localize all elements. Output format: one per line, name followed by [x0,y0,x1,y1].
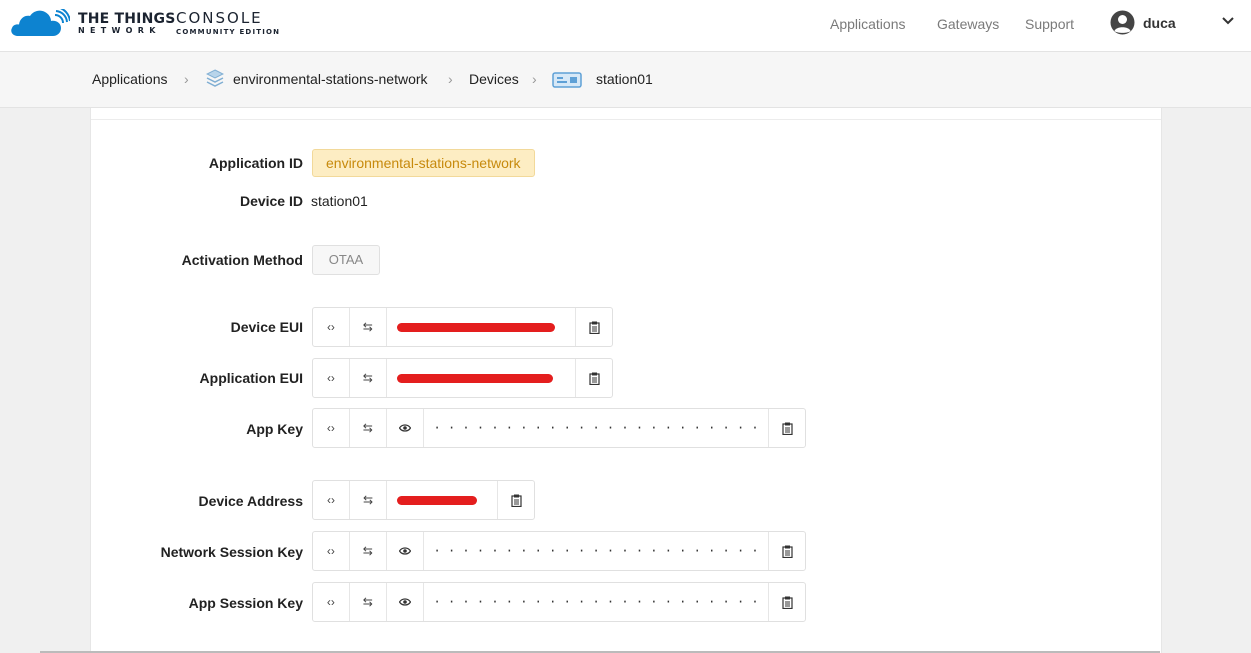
breadcrumb-separator: › [184,71,189,87]
device-eui-value[interactable] [387,308,577,346]
swap-icon: ⇆ [362,493,374,507]
user-name: duca [1143,14,1176,31]
copy-button[interactable] [576,308,612,346]
device-address-value[interactable] [387,481,498,519]
breadcrumb-separator: › [532,71,537,87]
app-key-field: ‹› ⇆ · · · · · · · · · · · · · · · · · ·… [312,408,806,448]
eye-icon [398,598,411,606]
swap-icon: ⇆ [362,371,373,385]
show-value-button[interactable] [387,583,424,621]
breadcrumb-separator: › [448,71,453,87]
byte-order-button[interactable]: ⇆ [350,308,387,346]
breadcrumb-applications[interactable]: Applications [92,71,168,87]
byte-order-button[interactable]: ⇆ [350,532,387,570]
layers-icon [206,69,224,87]
code-icon: ‹› [327,493,335,507]
app-key-value[interactable]: · · · · · · · · · · · · · · · · · · · · … [424,409,770,447]
nav-support[interactable]: Support [1025,16,1074,32]
device-id-value: station01 [311,193,368,209]
code-toggle-button[interactable]: ‹› [313,409,350,447]
network-session-key-value[interactable]: · · · · · · · · · · · · · · · · · · · · … [424,532,770,570]
device-overview-card: Application ID environmental-stations-ne… [90,108,1162,653]
chevron-down-icon[interactable] [1222,17,1234,25]
cloud-logo-icon [11,9,70,36]
breadcrumb-devices[interactable]: Devices [469,71,519,87]
swap-icon: ⇆ [362,544,373,558]
card-divider [91,119,1161,120]
device-icon [552,72,582,88]
app-session-key-label: App Session Key [188,595,303,611]
device-address-field: ‹› ⇆ [312,480,535,520]
eye-icon [398,547,411,555]
app-session-key-field: ‹› ⇆ · · · · · · · · · · · · · · · · · ·… [312,582,806,622]
activation-method-label: Activation Method [181,252,303,268]
byte-order-button[interactable]: ⇆ [350,409,387,447]
avatar-icon [1110,10,1135,35]
redaction-mark [396,322,555,332]
redaction-mark [397,495,477,505]
code-icon: ‹› [326,371,335,385]
console-title: CONSOLE COMMUNITY EDITION [176,11,280,36]
swap-icon: ⇆ [362,421,373,435]
clipboard-icon [588,372,600,385]
code-icon: ‹› [326,595,335,609]
code-toggle-button[interactable]: ‹› [313,359,350,397]
breadcrumb-application[interactable]: environmental-stations-network [233,71,428,87]
clipboard-icon [510,494,522,507]
copy-button[interactable] [769,583,805,621]
application-eui-field: ‹› ⇆ [312,358,613,398]
code-toggle-button[interactable]: ‹› [313,583,350,621]
byte-order-button[interactable]: ⇆ [350,481,387,519]
code-toggle-button[interactable]: ‹› [313,532,350,570]
show-value-button[interactable] [387,532,424,570]
breadcrumb: Applications › environmental-stations-ne… [0,52,1251,108]
copy-button[interactable] [769,532,805,570]
clipboard-icon [781,545,793,558]
logo-sub-text: NETWORK [78,25,161,35]
byte-order-button[interactable]: ⇆ [350,359,387,397]
ttn-logo[interactable]: THE THINGS NETWORK [10,9,175,37]
application-id-badge[interactable]: environmental-stations-network [312,149,535,177]
network-session-key-label: Network Session Key [160,544,303,560]
device-address-label: Device Address [198,493,303,509]
clipboard-icon [781,596,793,609]
application-eui-label: Application EUI [199,370,303,386]
code-icon: ‹› [326,421,335,435]
breadcrumb-device[interactable]: station01 [596,71,653,87]
nav-applications[interactable]: Applications [830,16,906,32]
clipboard-icon [781,422,793,435]
app-session-key-value[interactable]: · · · · · · · · · · · · · · · · · · · · … [424,583,770,621]
application-eui-value[interactable] [387,359,577,397]
device-id-label: Device ID [239,193,303,209]
console-sub-text: COMMUNITY EDITION [176,28,281,36]
activation-method-badge: OTAA [312,245,380,275]
swap-icon: ⇆ [362,320,373,334]
code-toggle-button[interactable]: ‹› [313,308,350,346]
nav-gateways[interactable]: Gateways [937,16,999,32]
application-id-label: Application ID [208,155,303,171]
copy-button[interactable] [576,359,612,397]
logo-main-text: THE THINGS [78,10,176,27]
show-value-button[interactable] [387,409,424,447]
copy-button[interactable] [498,481,534,519]
device-eui-label: Device EUI [230,319,303,335]
top-navbar: THE THINGS NETWORK CONSOLE COMMUNITY EDI… [0,0,1251,52]
app-key-label: App Key [246,421,303,437]
network-session-key-field: ‹› ⇆ · · · · · · · · · · · · · · · · · ·… [312,531,806,571]
device-eui-field: ‹› ⇆ [312,307,613,347]
user-menu[interactable]: duca [1110,10,1176,35]
redaction-mark [396,373,553,383]
code-icon: ‹› [326,320,335,334]
eye-icon [398,424,411,432]
byte-order-button[interactable]: ⇆ [350,583,387,621]
code-icon: ‹› [326,544,335,558]
console-main-text: CONSOLE [176,9,263,27]
clipboard-icon [588,321,600,334]
swap-icon: ⇆ [362,595,373,609]
code-toggle-button[interactable]: ‹› [313,481,350,519]
copy-button[interactable] [769,409,805,447]
